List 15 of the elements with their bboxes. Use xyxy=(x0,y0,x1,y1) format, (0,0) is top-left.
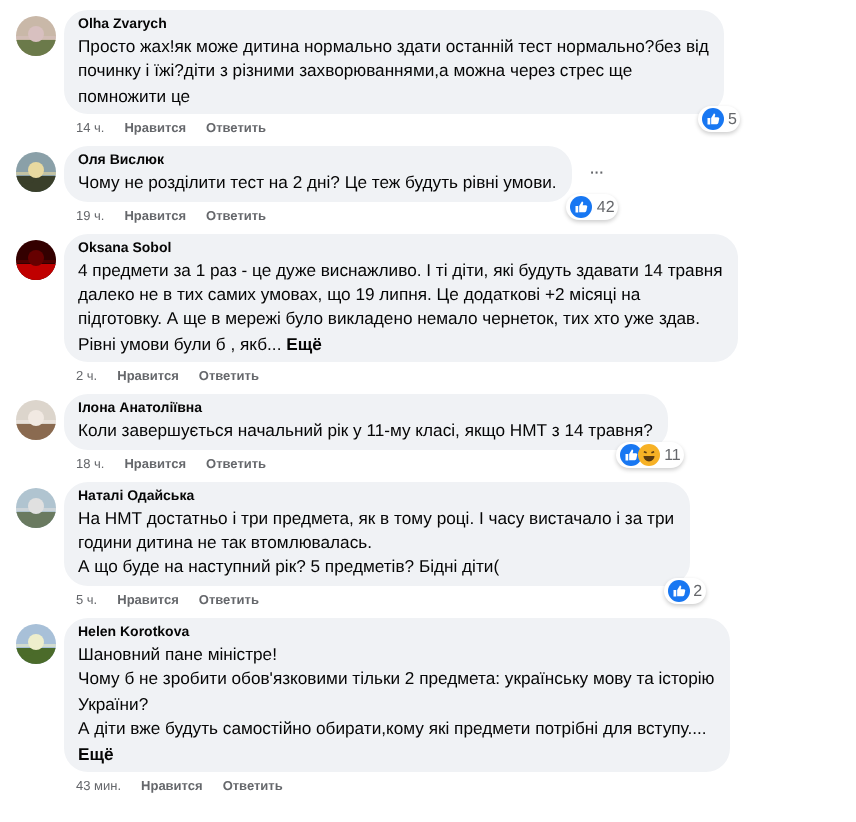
thumbs-up-icon xyxy=(667,579,690,602)
comment-text: Просто жах!як може дитина нормально здати останній тест нормально?без від починку і їжі?діти з різними захворюваннями,а можна через стрес ще помножити це xyxy=(78,34,709,109)
laughing-face-icon xyxy=(638,443,661,466)
thumbs-up-icon xyxy=(702,108,724,131)
reaction-badge[interactable]: 11 xyxy=(616,441,685,468)
comment-text: На НМТ достатньо і три предмета, як в тому році. І часу вистачало і за три години дитина не так втомлювалась. А що буде на наступний рік? 5 предметів? Бідні діти( xyxy=(78,505,675,580)
comment-text: Чому не розділити тест на 2 дні? Це теж будуть рівні умови. xyxy=(78,170,557,196)
comment-text: 4 предмети за 1 раз - це дуже виснажливо. І ті діти, які будуть здавати 14 травня далеко не в тих самих умовах, що 19 липня. Це додаткові +2 місяці на підготовку. А ще в мережі було викладено немало чернеток, тих хто уже здав. Рівні умови були б , якб... Ещё xyxy=(78,257,723,357)
thumbs-up-icon xyxy=(570,195,593,218)
reaction-badge[interactable]: 2 xyxy=(663,577,707,604)
more-options[interactable]: ··· xyxy=(588,162,603,185)
reaction-badge[interactable]: 42 xyxy=(566,193,619,220)
comment-text: Шановний пане міністре! Чому б не зробити обов'язковими тільки 2 предмета: українську мову та історію України? А діти вже будуть самостійно обирати,кому які предмети потрібні для вступу.... Ещё xyxy=(78,641,715,766)
reaction-badge[interactable]: 5 xyxy=(698,106,741,133)
comment-text: Коли завершується начальний рік у 11-му класі, якщо НМТ з 14 травня? xyxy=(78,418,653,444)
